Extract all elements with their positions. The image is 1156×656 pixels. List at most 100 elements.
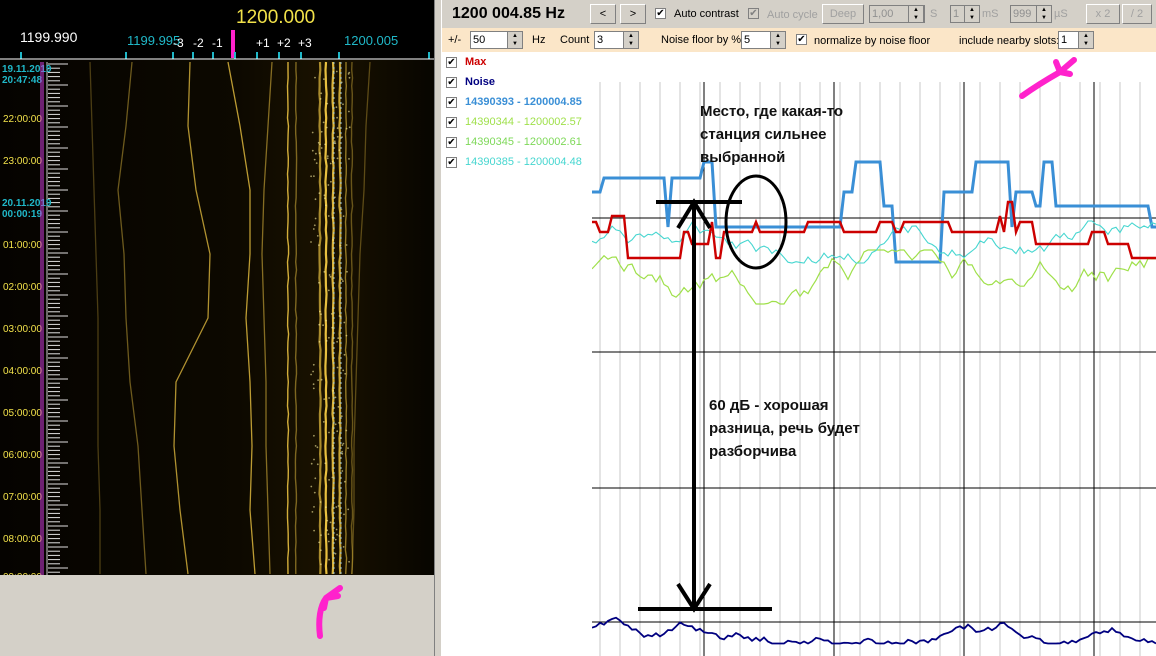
wf-dot: [316, 235, 319, 237]
wf-dot: [336, 116, 338, 119]
left-freq: 1199.990: [20, 29, 78, 45]
noise-floor-label: Noise floor by %: [661, 34, 742, 46]
right-freq: 1200.005: [344, 33, 398, 48]
wf-dot: [342, 442, 345, 445]
wf-dot: [342, 369, 345, 372]
pm-label: +/-: [448, 34, 462, 46]
wf-dot: [316, 446, 319, 449]
wf-dot: [334, 396, 337, 399]
wf-dot: [319, 143, 321, 146]
wf-dot: [310, 485, 313, 488]
freq-tick: [125, 52, 127, 59]
wf-dot: [348, 158, 350, 160]
wf-dot: [322, 121, 325, 124]
freq-tick: [278, 52, 280, 59]
wf-dot: [343, 353, 346, 356]
freq-tick: [212, 52, 214, 59]
time1: 20:47:48: [2, 75, 42, 86]
date1: 19.11.2019: [2, 64, 52, 75]
us-spinner[interactable]: ▲ ▼: [1036, 5, 1052, 23]
wf-dot: [345, 127, 348, 130]
waterfall-display[interactable]: 1200.000 1199.990 1199.995 1200.005 -3 -…: [0, 0, 434, 583]
count-label: Count: [560, 34, 590, 46]
time-label: 23:00:00: [3, 156, 42, 167]
wf-dot: [323, 271, 326, 273]
wf-dot: [336, 127, 339, 130]
wf-dot: [310, 462, 313, 465]
wf-dot: [318, 323, 321, 326]
offset-m2: -2: [193, 36, 204, 50]
wf-dot: [319, 501, 322, 503]
auto-cycle-checkbox[interactable]: ✔: [748, 8, 759, 19]
prev-button[interactable]: <: [590, 4, 616, 24]
wf-dot: [340, 415, 343, 418]
wf-dot: [334, 538, 337, 541]
wf-dot: [320, 130, 323, 133]
wf-dot: [311, 511, 314, 513]
wf-dot: [342, 103, 344, 106]
wf-dot: [314, 477, 317, 480]
wf-dot: [312, 228, 315, 230]
next-button[interactable]: >: [620, 4, 646, 24]
wf-dot: [326, 155, 329, 158]
wf-dot: [320, 378, 323, 381]
wf-dot: [310, 373, 312, 376]
wf-dot: [330, 180, 332, 183]
freq-tick: [234, 52, 236, 59]
wf-dot: [328, 397, 330, 399]
wf-dot: [343, 513, 345, 516]
analysis-panel: 1200 004.85 Hz < > ✔ Auto contrast ✔ Aut…: [442, 0, 1156, 656]
auto-contrast-checkbox[interactable]: ✔: [655, 8, 666, 19]
wf-dot: [342, 546, 345, 548]
freq-tick: [20, 52, 22, 59]
noise-floor-spinner[interactable]: ▲ ▼: [770, 31, 786, 49]
wf-dot: [310, 175, 312, 178]
time-label: 01:00:00: [3, 240, 42, 251]
count-spinner[interactable]: ▲ ▼: [623, 31, 639, 49]
freq-tick: [256, 52, 258, 59]
waterfall-canvas[interactable]: 1200.000 1199.990 1199.995 1200.005 -3 -…: [0, 0, 434, 583]
nearby-slots-spinner[interactable]: ▲ ▼: [1078, 31, 1094, 49]
offset-m1: -1: [212, 36, 223, 50]
wf-dot: [320, 549, 322, 552]
wf-dot: [311, 149, 314, 152]
time-label: 07:00:00: [3, 492, 42, 503]
wf-dot: [332, 445, 334, 447]
wf-dot: [342, 215, 345, 218]
wf-dot: [332, 390, 335, 392]
time-label: 02:00:00: [3, 282, 42, 293]
wf-dot: [311, 131, 314, 134]
wf-dot: [341, 452, 344, 455]
wf-dot: [331, 476, 334, 479]
wf-dot: [331, 326, 334, 329]
wf-dot: [315, 152, 317, 155]
wf-dot: [319, 98, 322, 100]
normalize-checkbox[interactable]: ✔: [796, 34, 807, 45]
nearby-slots-label: include nearby slots:: [959, 35, 1060, 47]
wf-dot: [318, 244, 320, 247]
pm-spinner[interactable]: ▲ ▼: [507, 31, 523, 49]
deep-button[interactable]: Deep: [822, 4, 864, 24]
time-label-cut: 09:00:00: [3, 572, 42, 575]
wf-dot: [347, 508, 350, 511]
ms-spinner[interactable]: ▲ ▼: [964, 5, 980, 23]
wf-dot: [323, 194, 326, 197]
wf-dot: [345, 429, 348, 432]
wf-dot: [342, 280, 344, 282]
wf-dot: [322, 324, 324, 327]
x2-button[interactable]: x 2: [1086, 4, 1120, 24]
deep-spinner[interactable]: ▲ ▼: [908, 5, 924, 23]
div2-button[interactable]: / 2: [1122, 4, 1152, 24]
wf-dot: [335, 70, 338, 73]
wf-dot: [324, 143, 326, 146]
wf-dot: [335, 506, 338, 508]
wf-dot: [320, 92, 323, 95]
wf-dot: [312, 370, 314, 373]
wf-dot: [327, 184, 330, 186]
signal-plot-area[interactable]: ✔ Max ✔ Noise ✔ 14390393 - 1200004.85 ✔ 1439…: [442, 52, 1156, 656]
wf-dot: [347, 73, 350, 75]
panel-splitter[interactable]: [434, 0, 442, 656]
wf-dot: [347, 447, 349, 449]
time-label: 06:00:00: [3, 450, 42, 461]
freq-tick: [338, 52, 340, 59]
